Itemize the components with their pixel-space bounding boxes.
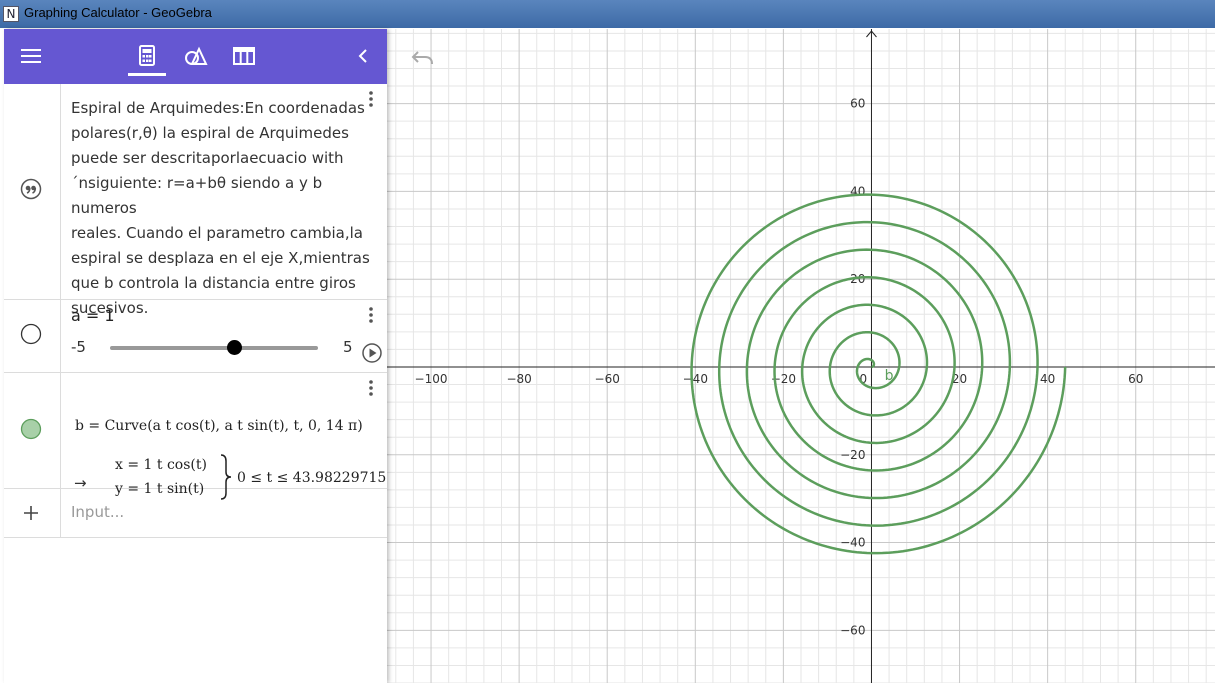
algebra-panel: Espiral de Arquimedes:En coordenadas pol… [4,29,387,683]
input-marble [4,489,61,537]
slider-min-label: -5 [71,338,86,356]
undo-icon[interactable] [410,48,436,68]
tab-calculator-icon[interactable] [132,41,162,71]
y-tick-label: 60 [850,97,865,111]
input-field[interactable]: Input... [71,503,124,521]
slider-knob[interactable] [227,340,243,355]
y-tick-label: −20 [840,448,865,462]
x-tick-label: 40 [1040,372,1055,386]
curve-label: b [885,368,894,384]
slider-marble [4,300,61,372]
text-item-marble [4,84,61,299]
title-bar: N Graphing Calculator - GeoGebra [0,0,1215,28]
x-tick-label: −80 [506,372,531,386]
text-line: Espiral de Arquimedes:En coordenadas [71,99,365,117]
algebra-item-text[interactable]: Espiral de Arquimedes:En coordenadas pol… [4,84,387,317]
algebra-item-slider[interactable]: a = 1 -5 5 [4,300,387,373]
more-options-icon[interactable] [364,305,378,325]
tab-geometry-icon[interactable] [180,41,210,71]
curve-parameter-range: 0 ≤ t ≤ 43.98229715 [237,470,387,486]
x-tick-label: −60 [595,372,620,386]
curve-x-equation: x = 1 t cos(t) [115,457,207,473]
x-tick-label: −40 [683,372,708,386]
x-tick-label: −100 [415,372,448,386]
quote-icon[interactable] [20,178,42,200]
text-line: espiral se desplaza en el eje X,mientras [71,249,370,267]
visibility-toggle[interactable] [20,323,42,345]
x-tick-label: 60 [1128,372,1143,386]
visibility-toggle[interactable] [20,418,42,440]
more-options-icon[interactable] [364,378,378,398]
play-icon[interactable] [361,342,383,364]
hamburger-icon[interactable] [16,41,46,71]
algebra-item-curve[interactable]: b = Curve(a t cos(t), a t sin(t), t, 0, … [4,373,387,500]
chevron-left-icon[interactable] [348,41,378,71]
top-toolbar [4,29,387,84]
geogebra-app-icon: N [3,6,19,22]
text-item-content: Espiral de Arquimedes:En coordenadas pol… [71,96,389,321]
text-line: puede ser descritaporlaecuacio with [71,149,344,167]
text-line: ´nsiguiente: r=a+bθ siendo a y b numeros [71,174,323,217]
y-tick-label: −40 [840,536,865,550]
window-title: Graphing Calculator - GeoGebra [24,5,212,20]
slider-label: a = 1 [71,306,115,325]
spiral-curve-b [690,193,1067,555]
text-line: que b controla la distancia entre giros [71,274,356,292]
slider-max-label: 5 [343,338,353,356]
active-tab-indicator [128,73,166,76]
curve-marble [4,373,61,488]
algebra-input-row[interactable]: Input... [4,489,387,538]
graph-canvas[interactable]: −100 −80 −60 −40 −20 0 20 40 60604020−20−40−60b [387,29,1215,683]
text-line: reales. Cuando el parametro cambia,la [71,224,363,242]
text-line: polares(r,θ) la espiral de Arquimedes [71,124,349,142]
curve-definition: b = Curve(a t cos(t), a t sin(t), t, 0, … [75,418,363,434]
graphics-view[interactable]: −100 −80 −60 −40 −20 0 20 40 60 60 40 20 −20 −40 −60 b [387,29,1215,683]
tab-table-icon[interactable] [229,41,259,71]
y-tick-label: −60 [840,623,865,637]
plus-icon[interactable] [22,504,40,522]
slider-track[interactable] [110,346,318,350]
